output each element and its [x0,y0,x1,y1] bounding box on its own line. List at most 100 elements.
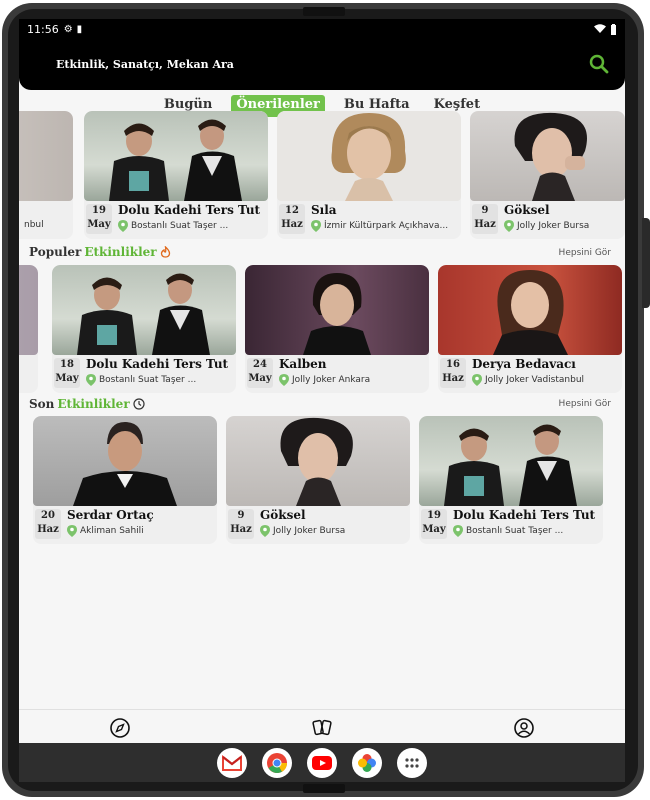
event-venue: Bostanlı Suat Taşer ... [131,221,229,231]
recent-row: 20 Haz Serdar Ortaç Akliman Sahili 9 Haz… [19,416,625,546]
location-pin-icon [118,220,128,232]
event-venue-row: Bostanlı Suat Taşer ... [86,374,196,386]
event-title: Göksel [504,203,550,217]
portrait-photo [73,422,177,506]
event-venue: Jolly Joker Ankara [292,375,371,385]
sd-card-status-icon: ▮ [76,23,83,35]
event-card[interactable]: 18 May Dolu Kadehi Ters Tut Bostanlı Sua… [52,265,236,393]
event-date: 19 May [86,204,112,234]
search-placeholder[interactable]: Etkinlik, Sanatçı, Mekan Ara [56,58,234,71]
event-title: Dolu Kadehi Ters Tut [453,508,596,522]
location-pin-icon [453,525,463,537]
portrait-photo [493,270,568,355]
tablet-device: 11:56 ⚙ ▮ Etkinlik, Sanatçı, Mekan Ara B… [0,0,650,800]
event-image [52,265,236,355]
event-image [33,416,217,506]
event-title: Sıla [311,203,337,217]
popular-see-all-link[interactable]: Hepsini Gör [559,248,611,258]
duo-photo [444,424,577,506]
cards-icon[interactable] [311,717,333,739]
settings-status-icon: ⚙ [63,23,73,35]
event-venue: Akliman Sahili [80,526,144,536]
power-button [642,218,650,308]
event-card[interactable]: 16 Haz Derya Bedavacı Jolly Joker Vadist… [438,265,622,393]
duo-photo [77,273,210,355]
status-time: 11:56 [27,22,59,36]
event-card[interactable]: 12 Haz Sıla İzmir Kültürpark Açıkhava... [277,111,461,239]
portrait-photo [280,417,353,506]
chrome-icon[interactable] [262,748,292,778]
location-pin-icon [260,525,270,537]
event-date: 19 May [421,509,447,539]
event-venue: Bostanlı Suat Taşer ... [466,526,564,536]
event-venue-row: Jolly Joker Bursa [504,220,589,232]
portrait-photo [514,112,587,201]
location-pin-icon [311,220,321,232]
wifi-icon [594,24,606,33]
system-dock [19,743,625,782]
screen: 11:56 ⚙ ▮ Etkinlik, Sanatçı, Mekan Ara B… [19,19,625,782]
recent-section-title: Son Etkinlikler [29,396,145,412]
search-bar[interactable]: Etkinlik, Sanatçı, Mekan Ara [19,39,625,90]
gmail-icon[interactable] [217,748,247,778]
profile-icon[interactable] [513,717,535,739]
event-title: Derya Bedavacı [472,357,576,371]
event-date: 9 Haz [472,204,498,234]
event-image [419,416,603,506]
event-title: Serdar Ortaç [67,508,154,522]
event-card[interactable]: 9 Haz Göksel Jolly Joker Bursa [470,111,625,239]
bottom-notch [303,784,345,793]
event-venue: Jolly Joker Bursa [517,221,590,231]
event-date: 9 Haz [228,509,254,539]
flame-icon [160,246,170,258]
event-image [470,111,625,201]
location-pin-icon [86,374,96,386]
event-venue-row: Bostanlı Suat Taşer ... [453,525,563,537]
location-pin-icon [472,374,482,386]
photos-icon[interactable] [352,748,382,778]
event-card-partial[interactable]: nbul [19,111,73,239]
event-image [226,416,410,506]
event-card[interactable]: 19 May Dolu Kadehi Ters Tut Bostanlı Sua… [84,111,268,239]
event-card[interactable]: 24 May Kalben Jolly Joker Ankara [245,265,429,393]
event-venue-row: Bostanlı Suat Taşer ... [118,220,228,232]
event-venue-row: Jolly Joker Ankara [279,374,370,386]
recommended-row: nbul 19 May Dolu Kadehi Ters Tut Bostanl… [19,111,625,241]
event-title: Kalben [279,357,327,371]
event-image [245,265,429,355]
location-pin-icon [504,220,514,232]
event-image [84,111,268,201]
recent-see-all-link[interactable]: Hepsini Gör [559,399,611,409]
status-bar: 11:56 ⚙ ▮ [19,19,625,39]
event-date: 24 May [247,358,273,388]
event-image [438,265,622,355]
event-venue-row: Akliman Sahili [67,525,144,537]
app-drawer-icon[interactable] [397,748,427,778]
event-date: 16 Haz [440,358,466,388]
event-title: Dolu Kadehi Ters Tut [86,357,229,371]
portrait-photo [303,273,371,355]
popular-row: 18 May Dolu Kadehi Ters Tut Bostanlı Sua… [19,265,625,395]
event-card[interactable]: 20 Haz Serdar Ortaç Akliman Sahili [33,416,217,544]
top-notch [303,7,345,16]
event-venue: İzmir Kültürpark Açıkhava... [324,221,449,231]
event-card[interactable]: 9 Haz Göksel Jolly Joker Bursa [226,416,410,544]
event-venue: nbul [24,220,44,230]
location-pin-icon [279,374,289,386]
event-venue-row: Jolly Joker Bursa [260,525,345,537]
event-card[interactable]: 19 May Dolu Kadehi Ters Tut Bostanlı Sua… [419,416,603,544]
duo-photo [109,119,242,201]
search-icon[interactable] [587,52,611,76]
youtube-icon[interactable] [307,748,337,778]
compass-icon[interactable] [109,717,131,739]
event-date: 12 Haz [279,204,305,234]
clock-icon [133,398,145,410]
battery-icon [611,23,616,35]
event-image [277,111,461,201]
event-card-partial[interactable] [19,265,38,393]
event-image [19,111,73,201]
popular-section-title: Populer Etkinlikler [29,244,171,260]
portrait-photo [331,113,406,201]
event-venue: Jolly Joker Bursa [273,526,346,536]
event-date: 20 Haz [35,509,61,539]
